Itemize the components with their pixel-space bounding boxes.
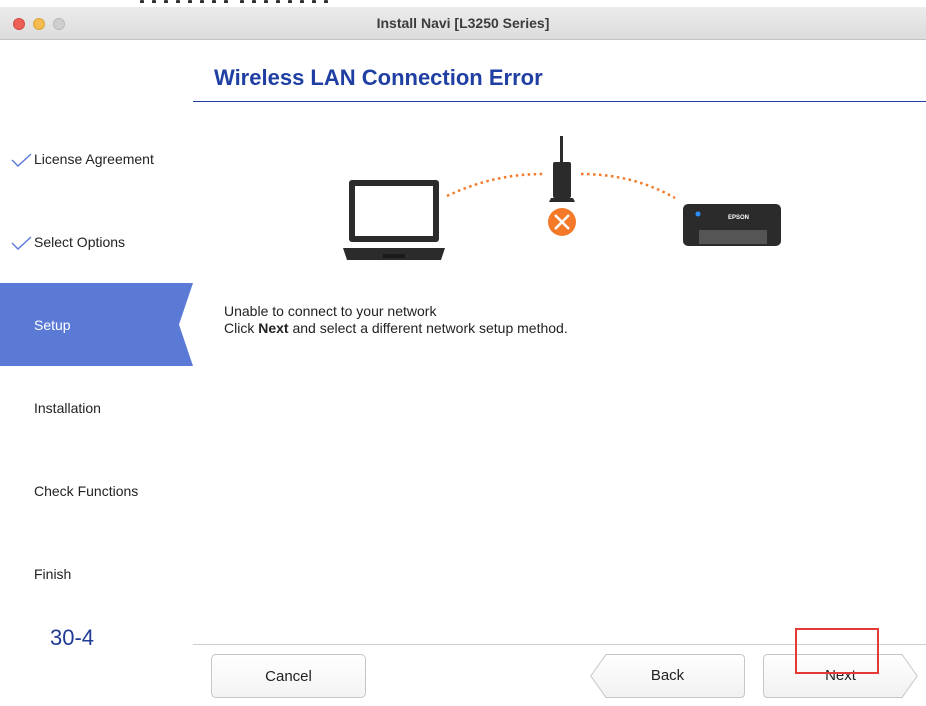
cropped-glyphs (140, 0, 480, 3)
current-step-notch (179, 283, 193, 366)
sidebar-step-license-agreement: License Agreement (0, 117, 193, 200)
error-message: Unable to connect to your network Click … (224, 303, 568, 337)
sidebar-step-installation: Installation (0, 366, 193, 449)
sidebar-step-label: Select Options (34, 234, 126, 250)
router-icon (549, 136, 575, 202)
error-message-line-2: Click Next and select a different networ… (224, 320, 568, 337)
printer-icon: EPSON (683, 204, 781, 246)
printer-brand-label: EPSON (728, 215, 749, 221)
error-message-line-1: Unable to connect to your network (224, 303, 437, 319)
right-signal-arc (580, 172, 676, 200)
sidebar-step-label: Finish (34, 566, 72, 582)
left-signal-arc (446, 172, 544, 198)
back-button-label: Back (650, 667, 685, 684)
laptop-icon (343, 180, 445, 260)
message-bold-next: Next (258, 320, 289, 336)
message-text: and select a different network setup met… (288, 320, 568, 336)
window-title: Install Navi [L3250 Series] (376, 15, 550, 31)
step-sidebar: License Agreement Select Options Setup I… (0, 41, 193, 706)
network-illustration: EPSON (343, 136, 781, 260)
sidebar-step-label: Check Functions (34, 483, 139, 499)
checkmark-icon (11, 236, 32, 250)
sidebar-step-label: Installation (34, 400, 101, 416)
cancel-button[interactable]: Cancel (211, 654, 366, 698)
next-button-highlight-box (795, 628, 879, 674)
main-content: Wireless LAN Connection Error EPSON Unab… (193, 41, 926, 706)
error-x-icon (548, 208, 576, 236)
checkmark-icon (11, 153, 32, 167)
sidebar-step-check-functions: Check Functions (0, 449, 193, 532)
sidebar-step-label: Setup (34, 317, 71, 333)
message-text: Click (224, 320, 259, 336)
title-divider (193, 101, 926, 102)
back-button[interactable]: Back (590, 654, 745, 698)
sidebar-step-label: License Agreement (34, 151, 154, 167)
sidebar-step-finish: Finish (0, 532, 193, 615)
page-title: Wireless LAN Connection Error (214, 65, 543, 90)
page-number: 30-4 (50, 625, 95, 650)
top-strip (0, 0, 926, 7)
sidebar-step-select-options: Select Options (0, 200, 193, 283)
window-titlebar: Install Navi [L3250 Series] (0, 7, 926, 40)
sidebar-step-setup: Setup (0, 283, 193, 366)
